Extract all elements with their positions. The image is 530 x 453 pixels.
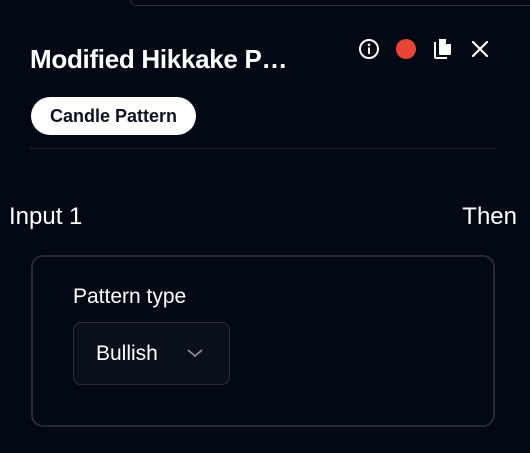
top-frame	[130, 0, 530, 6]
divider	[30, 148, 496, 149]
pattern-type-label: Pattern type	[73, 285, 187, 308]
chevron-down-icon	[186, 346, 204, 364]
status-dot[interactable]	[394, 37, 418, 61]
copy-icon[interactable]	[431, 37, 455, 61]
pattern-type-select[interactable]: Bullish	[73, 322, 230, 385]
info-icon[interactable]	[357, 37, 381, 61]
panel-title: Modified Hikkake P…	[30, 44, 288, 74]
close-icon[interactable]	[468, 37, 492, 61]
then-label: Then	[462, 203, 517, 230]
input-label: Input 1	[9, 203, 83, 230]
panel-actions	[357, 37, 505, 61]
pattern-category-tag[interactable]: Candle Pattern	[31, 97, 197, 135]
pattern-type-value: Bullish	[96, 341, 158, 365]
status-dot-fill	[396, 39, 416, 59]
